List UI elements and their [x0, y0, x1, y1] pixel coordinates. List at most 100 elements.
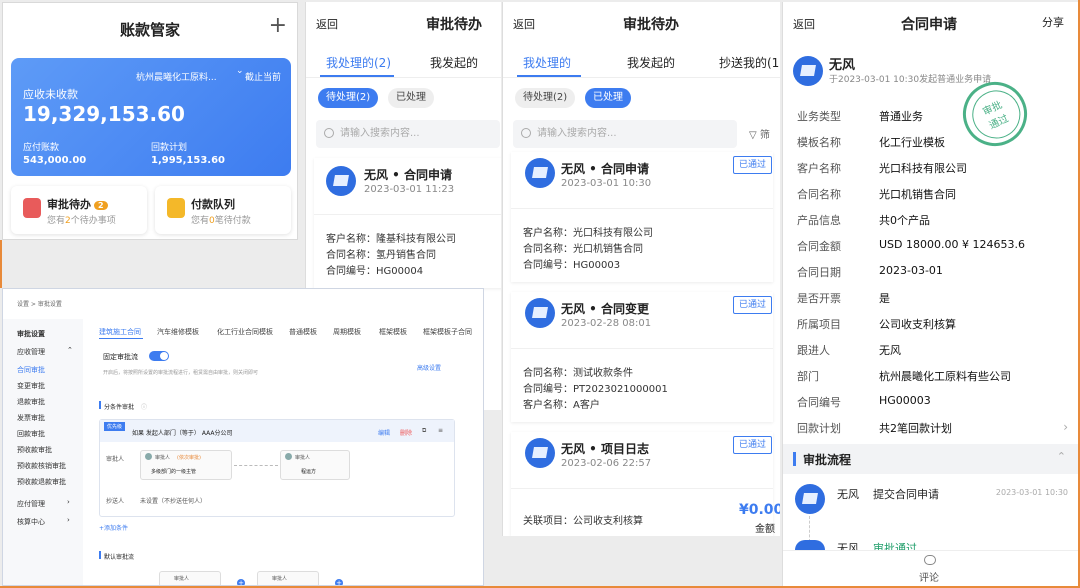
company-selector[interactable]: 杭州晨曦化工原料...	[136, 70, 217, 83]
payable-label: 应付账款	[23, 143, 60, 153]
detail-value: 是	[879, 292, 890, 305]
sidebar-item-accounting[interactable]: 核算中心	[17, 517, 45, 527]
tab-template[interactable]: 化工行业合同模板	[217, 327, 273, 337]
back-button[interactable]: 返回	[793, 16, 815, 32]
filter-icon: ▽	[749, 130, 757, 141]
sidebar-item-prepay-writeoff[interactable]: 预收款核销审批	[17, 461, 66, 471]
tab-bar: 我处理的(2) 我发起的	[306, 48, 501, 78]
detail-value: 杭州晨曦化工原料有些公司	[879, 370, 1011, 383]
sidebar-item-refund[interactable]: 退款审批	[17, 397, 45, 407]
detail-value: 光口科技有限公司	[879, 162, 967, 175]
sidebar-item-change[interactable]: 变更审批	[17, 381, 45, 391]
filter-done[interactable]: 已处理	[585, 88, 631, 108]
flow-connector	[809, 516, 810, 542]
add-condition-button[interactable]: +添加条件	[99, 523, 128, 532]
filter-pending[interactable]: 待处理(2)	[318, 88, 379, 108]
sidebar-item-contract[interactable]: 合同审批	[17, 365, 45, 375]
tab-my-handled[interactable]: 我处理的	[523, 54, 571, 71]
detail-label[interactable]: 回款计划	[797, 420, 841, 436]
search-icon	[324, 128, 334, 138]
tab-template[interactable]: 框架模板	[379, 327, 407, 337]
sidebar-item-payment[interactable]: 回款审批	[17, 429, 45, 439]
chevron-down-icon[interactable]: ⌄	[236, 66, 244, 76]
user-icon	[285, 453, 292, 460]
info-icon[interactable]: ⓘ	[141, 402, 147, 411]
filter-pending[interactable]: 待处理(2)	[515, 88, 576, 108]
edit-link[interactable]: 编辑	[378, 428, 390, 437]
tab-template[interactable]: 汽车维修模板	[157, 327, 199, 337]
approver-desc: 多级部门的一级主管	[151, 469, 197, 475]
tab-template[interactable]: 普通模板	[289, 327, 317, 337]
filter-done[interactable]: 已处理	[388, 88, 434, 108]
copy-icon[interactable]: ⧉	[422, 427, 426, 435]
tab-cc-me[interactable]: 抄送我的(1)	[719, 54, 780, 71]
add-node-icon[interactable]: +	[335, 579, 343, 585]
payment-queue-card[interactable]: 付款队列 您有0笔待付款	[155, 186, 291, 234]
amount-value: ¥0.00	[739, 502, 780, 518]
tab-template[interactable]: 框架模板子合同	[423, 327, 472, 337]
share-button[interactable]: 分享	[1042, 14, 1064, 30]
drag-icon[interactable]: ≡	[438, 427, 443, 434]
condition-rule[interactable]: 优先级 如果 发起人部门（等于） AAA分公司 编辑 删除 ⧉ ≡ 审批人 审批…	[99, 419, 455, 517]
receivable-amount: 19,329,153.60	[23, 102, 185, 126]
card-field: 合同编号：HG00003	[523, 260, 621, 271]
comment-bar[interactable]: 评论	[783, 550, 1078, 586]
back-button[interactable]: 返回	[316, 16, 338, 32]
search-input[interactable]: 请输入搜索内容...	[316, 120, 500, 148]
approval-card[interactable]: 无风 • 项目日志 2023-02-06 22:57 已通过 关联项目：公司收支…	[511, 432, 780, 536]
chevron-up-icon[interactable]: ⌃	[67, 346, 73, 354]
search-input[interactable]: 请输入搜索内容...	[513, 120, 737, 148]
sidebar-item-receivable[interactable]: 应收管理	[17, 347, 45, 357]
sidebar-item-payable[interactable]: 应付管理	[17, 499, 45, 509]
chevron-up-icon[interactable]: ⌃	[1057, 450, 1066, 463]
sidebar-item-prepay[interactable]: 预收款审批	[17, 445, 52, 455]
flow-header[interactable]: 审批流程 ⌃	[783, 444, 1078, 474]
tab-template[interactable]: 周期模板	[333, 327, 361, 337]
flow-name: 无风	[837, 542, 859, 550]
approval-todo-card[interactable]: 审批待办 2 您有2个待办事项	[11, 186, 147, 234]
sidebar-item-prepay-refund[interactable]: 预收款退款审批	[17, 477, 66, 487]
tab-my-initiated[interactable]: 我发起的	[627, 54, 675, 71]
applicant-subtitle: 于2023-03-01 10:30发起普通业务申请	[829, 75, 992, 85]
chevron-right-icon[interactable]: ›	[67, 498, 70, 506]
card-date: 2023-03-01 11:23	[364, 184, 455, 195]
rule-header: 优先级 如果 发起人部门（等于） AAA分公司 编辑 删除 ⧉ ≡	[100, 420, 454, 442]
card-field: 合同编号：HG00004	[326, 266, 424, 277]
fixed-flow-toggle[interactable]	[149, 351, 169, 361]
detail-value[interactable]: 共2笔回款计划	[879, 420, 952, 436]
card-field: 客户名称：A客户	[523, 400, 600, 411]
condition-text: 如果 发起人部门（等于） AAA分公司	[132, 430, 233, 437]
sidebar-item-invoice[interactable]: 发票审批	[17, 413, 45, 423]
card-field: 合同名称：测试收款条件	[523, 368, 633, 379]
breadcrumb: 设置 > 审批设置	[17, 301, 62, 308]
chevron-right-icon[interactable]: ›	[1063, 420, 1068, 434]
approver-card[interactable]: 审批人 (依次审批) 多级部门的一级主管	[140, 450, 232, 480]
detail-label: 部门	[797, 370, 819, 383]
cond-title: 分条件审批	[104, 404, 135, 411]
approval-card[interactable]: 无风 • 合同申请 2023-03-01 10:30 已通过 客户名称：光口科技…	[511, 152, 773, 282]
sidebar-item-approval-settings[interactable]: 审批设置	[17, 329, 45, 339]
settings-sidebar: 审批设置 应收管理 ⌃ 合同审批 变更审批 退款审批 发票审批 回款审批 预收款…	[3, 319, 83, 585]
receivable-card[interactable]: 杭州晨曦化工原料... ⌄ 截止当前 应收未收款 19,329,153.60 应…	[11, 58, 291, 176]
tab-my-initiated[interactable]: 我发起的	[430, 54, 478, 71]
priority-tag: 优先级	[104, 422, 126, 431]
tab-template[interactable]: 建筑施工合同	[99, 327, 141, 337]
add-node-icon[interactable]: +	[237, 579, 245, 585]
filter-button[interactable]: ▽ 筛	[749, 126, 770, 141]
tab-my-handled[interactable]: 我处理的(2)	[326, 54, 391, 71]
back-button[interactable]: 返回	[513, 16, 535, 32]
detail-label: 合同日期	[797, 266, 841, 279]
approver-card[interactable]: 审批人 程运方	[280, 450, 350, 480]
chevron-right-icon[interactable]: ›	[67, 516, 70, 524]
period-selector[interactable]: 截止当前	[245, 70, 281, 83]
delete-link[interactable]: 删除	[400, 428, 412, 437]
approval-card[interactable]: 无风 • 合同变更 2023-02-28 08:01 已通过 合同名称：测试收款…	[511, 292, 773, 422]
approver-card[interactable]: 审批人	[159, 571, 221, 585]
approver-card[interactable]: 审批人	[257, 571, 319, 585]
approval-card[interactable]: 无风 • 合同申请 2023-03-01 11:23 客户名称：隆基科技有限公司…	[314, 158, 501, 288]
flow-action: 审批通过	[873, 542, 917, 550]
plus-icon[interactable]: +	[269, 13, 287, 38]
plan-label: 回款计划	[151, 143, 188, 153]
advanced-settings-link[interactable]: 高级设置	[417, 363, 441, 372]
cc-value: 未设置（不抄送任何人）	[140, 498, 207, 505]
